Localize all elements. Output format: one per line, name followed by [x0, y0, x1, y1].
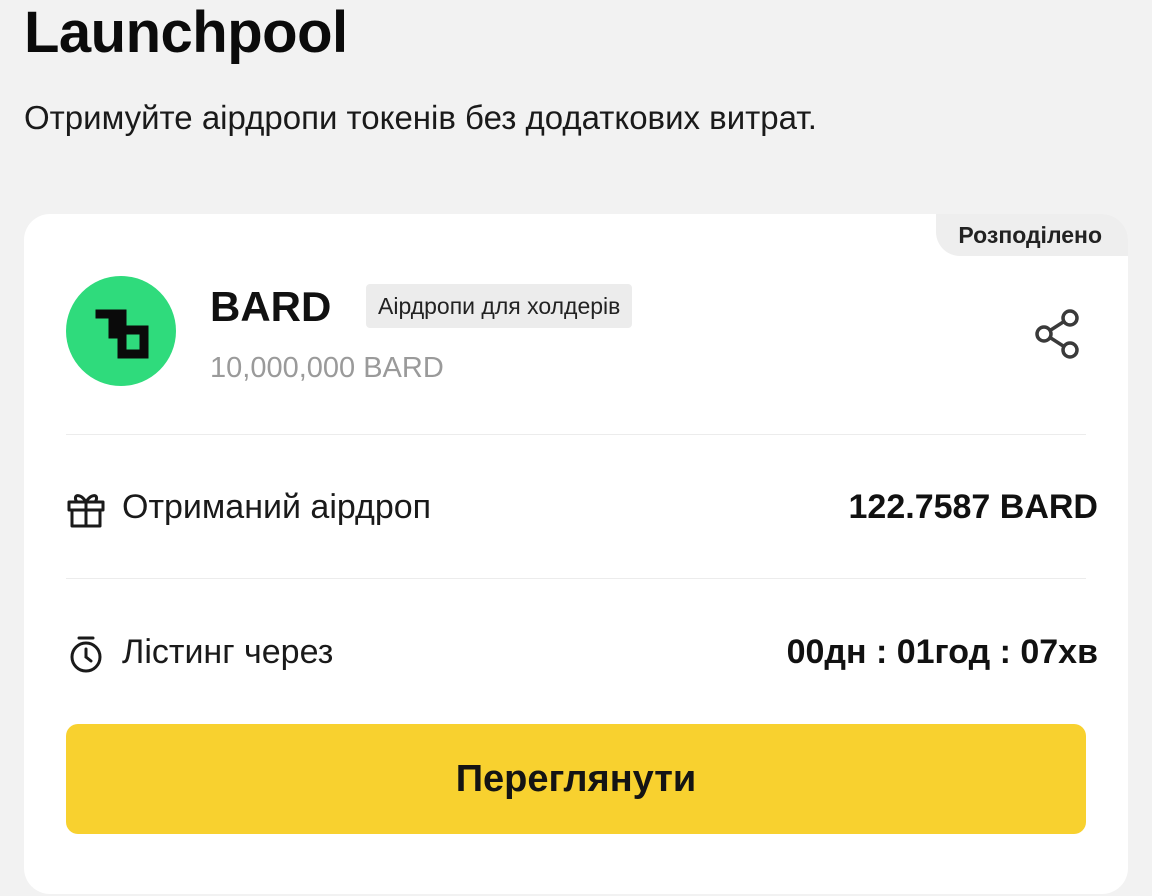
- token-supply: 10,000,000 BARD: [210, 352, 444, 384]
- listing-countdown: 00дн : 01год : 07хв: [786, 633, 1098, 671]
- listing-label: Лістинг через: [122, 633, 334, 671]
- view-button[interactable]: Переглянути: [66, 724, 1086, 834]
- share-icon[interactable]: [1030, 306, 1086, 362]
- airdrop-value: 122.7587 BARD: [848, 488, 1098, 526]
- stopwatch-icon: [66, 634, 106, 674]
- divider: [66, 434, 1086, 435]
- launchpool-card: Розподілено BARD Аірдропи для холдерів 1…: [24, 214, 1128, 894]
- airdrop-label: Отриманий аірдроп: [122, 488, 432, 526]
- status-badge: Розподілено: [936, 214, 1128, 256]
- airdrop-row: Отриманий аірдроп 122.7587 BARD: [66, 482, 1098, 532]
- launchpool-page: Launchpool Отримуйте аірдропи токенів бе…: [0, 0, 1152, 896]
- token-tag: Аірдропи для холдерів: [366, 284, 633, 328]
- bard-logo-icon: [66, 276, 176, 386]
- gift-icon: [66, 489, 106, 529]
- page-title: Launchpool: [24, 0, 348, 65]
- token-name: BARD: [210, 283, 332, 330]
- divider: [66, 578, 1086, 579]
- listing-row: Лістинг через 00дн : 01год : 07хв: [66, 627, 1098, 677]
- page-subtitle: Отримуйте аірдропи токенів без додаткови…: [24, 99, 817, 136]
